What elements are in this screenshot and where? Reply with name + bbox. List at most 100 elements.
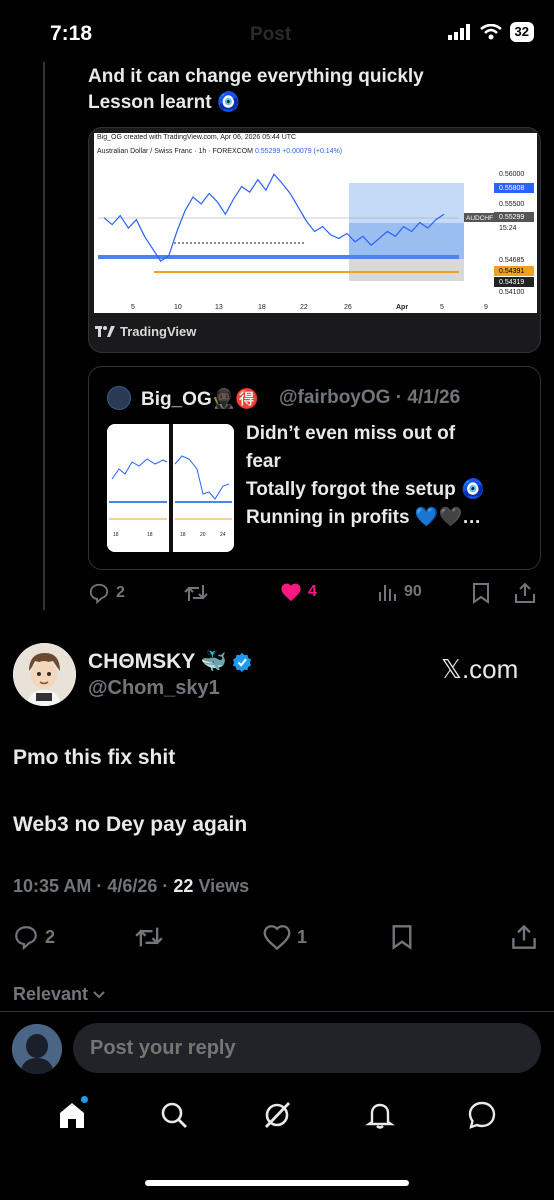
quote-author-handle[interactable]: @fairboyOG · 4/1/26 [279, 387, 460, 409]
quote-avatar[interactable] [107, 386, 131, 410]
verified-badge-icon [232, 652, 252, 672]
countdown-label: 15:24 [499, 225, 517, 232]
avatar-art [13, 643, 76, 706]
like-count: 4 [308, 583, 317, 600]
share-icon [512, 924, 536, 949]
y-tick-label: 0.54685 [499, 257, 524, 264]
price-chart-svg: 0.56000 0.55808 0.55500 0.55299 0.54685 0.543… [98, 171, 534, 311]
tweet-reply-count: 2 [45, 926, 56, 947]
take-profit-zone [349, 183, 464, 223]
tweet-views-count: 22 [173, 876, 194, 896]
reply-icon [89, 583, 109, 604]
x-tick-label: 13 [215, 304, 223, 311]
tradingview-chart: Big_OG created with TradingView.com, Apr… [94, 133, 537, 313]
tradingview-label: TradingView [120, 324, 197, 339]
tweet-views-label: Views [193, 876, 250, 896]
quote-author-name[interactable]: Big_OG🥷🏿🉐 [141, 387, 259, 411]
tab-home[interactable] [56, 1095, 88, 1136]
like-button[interactable]: 4 [280, 582, 317, 602]
tweet-reply-button[interactable]: 2 [13, 924, 55, 950]
tab-grok[interactable] [261, 1099, 293, 1136]
sort-replies-dropdown[interactable]: Relevant [13, 984, 106, 1005]
quote-line-4: Running in profits 💙🖤… [246, 507, 482, 528]
tweet-bookmark-button[interactable] [391, 924, 413, 950]
thread-line [43, 62, 45, 610]
y-tick-label: 0.56000 [499, 171, 524, 178]
current-user-avatar[interactable] [12, 1024, 62, 1074]
status-time: 7:18 [50, 22, 93, 45]
tweet-share-button[interactable] [511, 924, 537, 950]
search-icon [162, 1102, 188, 1128]
tradingview-logo-icon [95, 325, 115, 337]
thumb-x-tick: 24 [220, 532, 226, 538]
reply-icon [15, 926, 37, 950]
signal-icon [447, 24, 470, 40]
quote-line-2: fear [246, 451, 281, 472]
page-title: Post [250, 24, 292, 45]
thumb-x-tick: 18 [147, 532, 153, 538]
views-count: 90 [404, 583, 422, 600]
repost-icon [135, 927, 163, 947]
reply-line-2: Lesson learnt 🧿 [88, 92, 241, 113]
quote-chart-thumbnail[interactable]: 18 18 18 20 24 [107, 424, 234, 552]
reply-composer [0, 1011, 554, 1087]
user-avatar-art [12, 1024, 62, 1074]
thumb-divider [169, 424, 173, 552]
author-name[interactable]: CHΘMSKY 🐳 [88, 650, 252, 674]
bookmark-button[interactable] [472, 582, 490, 604]
bottom-tab-bar [0, 1087, 554, 1147]
y-tick-label: 0.54319 [499, 279, 524, 286]
reply-button[interactable]: 2 [88, 582, 125, 604]
x-tick-label: Apr [396, 304, 408, 311]
x-tick-label: 5 [131, 304, 135, 311]
chat-bubble-icon [468, 1101, 496, 1129]
tweet-line-2: Web3 no Dey pay again [13, 813, 248, 836]
author-handle[interactable]: @Chom_sky1 [88, 677, 220, 700]
tweet-action-bar: 2 1 [13, 924, 543, 952]
thumb-x-tick: 18 [113, 532, 119, 538]
author-avatar[interactable] [13, 643, 76, 706]
status-icons: 32 [447, 22, 534, 42]
tab-explore[interactable] [159, 1100, 189, 1135]
tab-notifications[interactable] [364, 1100, 395, 1135]
reply-count: 2 [116, 584, 125, 601]
heart-outline-icon [263, 925, 291, 950]
tweet-timestamp: 10:35 AM · 4/6/26 · [13, 876, 174, 896]
chart-image-card[interactable]: Big_OG created with TradingView.com, Apr… [88, 127, 541, 353]
author-name-text: CHΘMSKY 🐳 [88, 650, 227, 673]
symbol-tag: AUDCHF [466, 215, 493, 222]
heart-filled-icon [281, 583, 301, 602]
chevron-down-icon [93, 990, 105, 998]
x-com-link[interactable]: 𝕏.com [441, 654, 518, 685]
quoted-post-card[interactable]: Big_OG🥷🏿🉐 @fairboyOG · 4/1/26 18 18 18 20 24… [88, 366, 541, 570]
bookmark-icon [392, 925, 412, 950]
x-tick-label: 5 [440, 304, 444, 311]
home-indicator [145, 1180, 409, 1186]
y-tick-label: 0.55299 [499, 214, 524, 221]
repost-icon [184, 585, 208, 601]
tweet-like-count: 1 [297, 926, 308, 947]
bell-icon [364, 1103, 395, 1129]
sort-label: Relevant [13, 984, 89, 1004]
home-notification-dot [80, 1095, 88, 1103]
x-tick-label: 22 [300, 304, 308, 311]
reply-line-1: And it can change everything quickly [88, 66, 424, 87]
bookmark-icon [473, 583, 489, 604]
quote-thumbnail-svg: 18 18 18 20 24 [107, 424, 234, 552]
share-button[interactable] [514, 582, 536, 604]
repost-button[interactable] [184, 582, 208, 604]
tradingview-brand: TradingView [95, 324, 196, 339]
reply-text: And it can change everything quickly Les… [88, 64, 538, 116]
views-button[interactable]: 90 [378, 582, 422, 602]
tweet-meta: 10:35 AM · 4/6/26 · 22 Views [13, 876, 249, 897]
tweet-like-button[interactable]: 1 [263, 924, 307, 950]
quote-line-1: Didn’t even miss out of [246, 423, 456, 444]
quote-text: Didn’t even miss out of fear Totally for… [246, 420, 536, 532]
battery-indicator: 32 [509, 22, 534, 42]
share-icon [515, 582, 535, 603]
reply-input[interactable] [73, 1023, 541, 1073]
tweet-repost-button[interactable] [135, 924, 163, 950]
stop-loss-zone [349, 259, 464, 281]
tab-messages[interactable] [466, 1099, 498, 1136]
x-tick-label: 9 [484, 304, 488, 311]
